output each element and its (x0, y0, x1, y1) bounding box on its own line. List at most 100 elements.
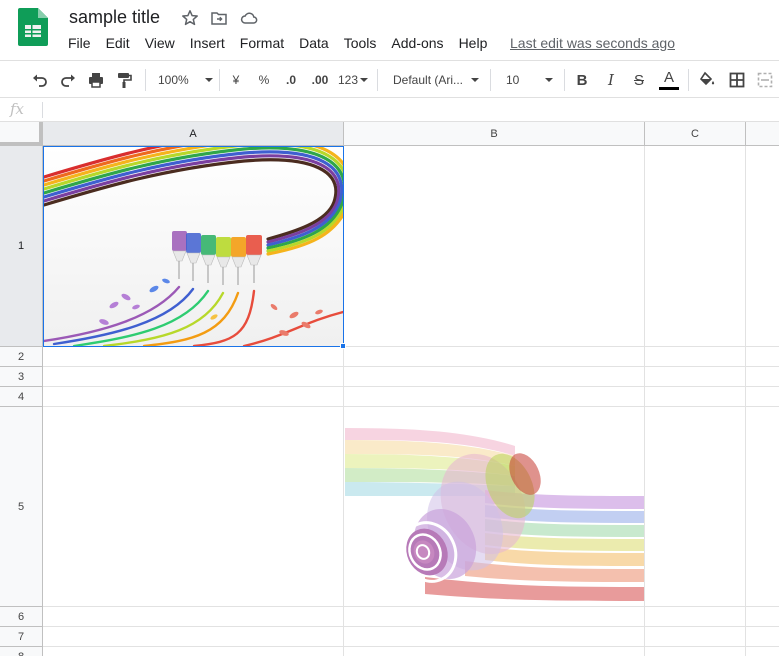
redo-button[interactable] (56, 67, 80, 93)
formula-input[interactable] (50, 102, 770, 118)
row-header-8[interactable]: 8 (0, 647, 43, 656)
cell-d5[interactable] (746, 407, 779, 607)
increase-decimal-label: .00 (311, 73, 329, 87)
menu-insert[interactable]: Insert (190, 34, 225, 54)
italic-label: I (608, 71, 614, 89)
cloud-status-icon[interactable] (240, 9, 258, 27)
cell-d6[interactable] (746, 607, 779, 627)
cell-b3[interactable] (344, 367, 645, 387)
strikethrough-button[interactable]: S (628, 67, 650, 93)
row-header-6[interactable]: 6 (0, 607, 43, 627)
cell-a8[interactable] (43, 647, 344, 656)
cell-b4[interactable] (344, 387, 645, 407)
column-header-a[interactable]: A (43, 122, 344, 146)
cell-c4[interactable] (645, 387, 746, 407)
row-header-7[interactable]: 7 (0, 627, 43, 647)
cell-c5[interactable] (645, 407, 746, 607)
menu-tools[interactable]: Tools (344, 34, 377, 54)
paint-format-button[interactable] (112, 67, 136, 93)
merge-cells-button[interactable] (754, 67, 776, 93)
currency-label: ¥ (232, 73, 240, 87)
menu-view[interactable]: View (145, 34, 175, 54)
cell-c6[interactable] (645, 607, 746, 627)
cell-d7[interactable] (746, 627, 779, 647)
row-header-3[interactable]: 3 (0, 367, 43, 387)
menu-addons[interactable]: Add-ons (391, 34, 443, 54)
print-icon (89, 73, 103, 88)
selection-resize-handle[interactable] (340, 343, 346, 349)
move-folder-icon[interactable] (210, 9, 228, 27)
cell-a2[interactable] (43, 347, 344, 367)
menu-bar: File Edit View Insert Format Data Tools … (68, 34, 502, 54)
fx-icon: fx (10, 100, 25, 118)
zoom-select[interactable]: 100% (152, 67, 214, 93)
cell-a6[interactable] (43, 607, 344, 627)
star-icon[interactable] (181, 9, 199, 27)
italic-button[interactable]: I (600, 67, 622, 93)
text-color-button[interactable]: A (657, 67, 681, 93)
menu-help[interactable]: Help (459, 34, 488, 54)
cell-b1[interactable] (344, 146, 645, 347)
cell-d4[interactable] (746, 387, 779, 407)
cell-c3[interactable] (645, 367, 746, 387)
row-header-2[interactable]: 2 (0, 347, 43, 367)
image-rainbow-ink-bottles[interactable] (44, 147, 343, 346)
fill-color-button[interactable] (695, 67, 719, 93)
borders-icon (729, 72, 745, 88)
zoom-value: 100% (158, 73, 189, 87)
bold-button[interactable]: B (571, 67, 593, 93)
row-header-1[interactable]: 1 (0, 146, 43, 347)
cell-b2[interactable] (344, 347, 645, 367)
document-title[interactable]: sample title (69, 7, 160, 28)
cell-a3[interactable] (43, 367, 344, 387)
increase-decimal-button[interactable]: .00 (307, 67, 333, 93)
column-header-d[interactable] (746, 122, 779, 146)
percent-format-button[interactable]: % (254, 67, 274, 93)
select-all-corner[interactable] (0, 122, 43, 146)
cell-a4[interactable] (43, 387, 344, 407)
font-family-value: Default (Ari... (393, 73, 464, 87)
cell-c7[interactable] (645, 627, 746, 647)
percent-label: % (258, 73, 270, 87)
row-header-4[interactable]: 4 (0, 387, 43, 407)
menu-file[interactable]: File (68, 34, 91, 54)
cell-b6[interactable] (344, 607, 645, 627)
paint-format-icon (118, 73, 132, 88)
text-color-label: A (663, 69, 674, 86)
font-size-value: 10 (506, 73, 520, 87)
borders-button[interactable] (725, 67, 749, 93)
menu-format[interactable]: Format (240, 34, 284, 54)
decrease-decimal-button[interactable]: .0 (279, 67, 303, 93)
cell-d8[interactable] (746, 647, 779, 656)
image-rolled-rainbow-paper[interactable] (345, 426, 644, 606)
toolbar-divider (490, 69, 491, 91)
last-edit-link[interactable]: Last edit was seconds ago (510, 34, 675, 52)
column-header-b[interactable]: B (344, 122, 645, 146)
chevron-down-icon (360, 78, 369, 82)
currency-format-button[interactable]: ¥ (226, 67, 246, 93)
column-header-c[interactable]: C (645, 122, 746, 146)
paint-bucket-icon (699, 71, 715, 86)
chevron-down-icon (545, 78, 554, 82)
menu-edit[interactable]: Edit (106, 34, 130, 54)
cell-d3[interactable] (746, 367, 779, 387)
menu-data[interactable]: Data (299, 34, 329, 54)
cell-c2[interactable] (645, 347, 746, 367)
cell-c8[interactable] (645, 647, 746, 656)
sheets-logo-icon[interactable] (18, 8, 48, 46)
more-formats-button[interactable]: 123 (336, 67, 370, 93)
cell-a7[interactable] (43, 627, 344, 647)
undo-button[interactable] (28, 67, 52, 93)
cell-b7[interactable] (344, 627, 645, 647)
font-family-select[interactable]: Default (Ari... (386, 67, 484, 93)
row-header-5[interactable]: 5 (0, 407, 43, 607)
font-size-select[interactable]: 10 (498, 67, 558, 93)
cell-c1[interactable] (645, 146, 746, 347)
print-button[interactable] (84, 67, 108, 93)
toolbar-divider (145, 69, 146, 91)
cell-d1[interactable] (746, 146, 779, 347)
cell-d2[interactable] (746, 347, 779, 367)
redo-icon (61, 74, 75, 87)
cell-b8[interactable] (344, 647, 645, 656)
cell-a5[interactable] (43, 407, 344, 607)
